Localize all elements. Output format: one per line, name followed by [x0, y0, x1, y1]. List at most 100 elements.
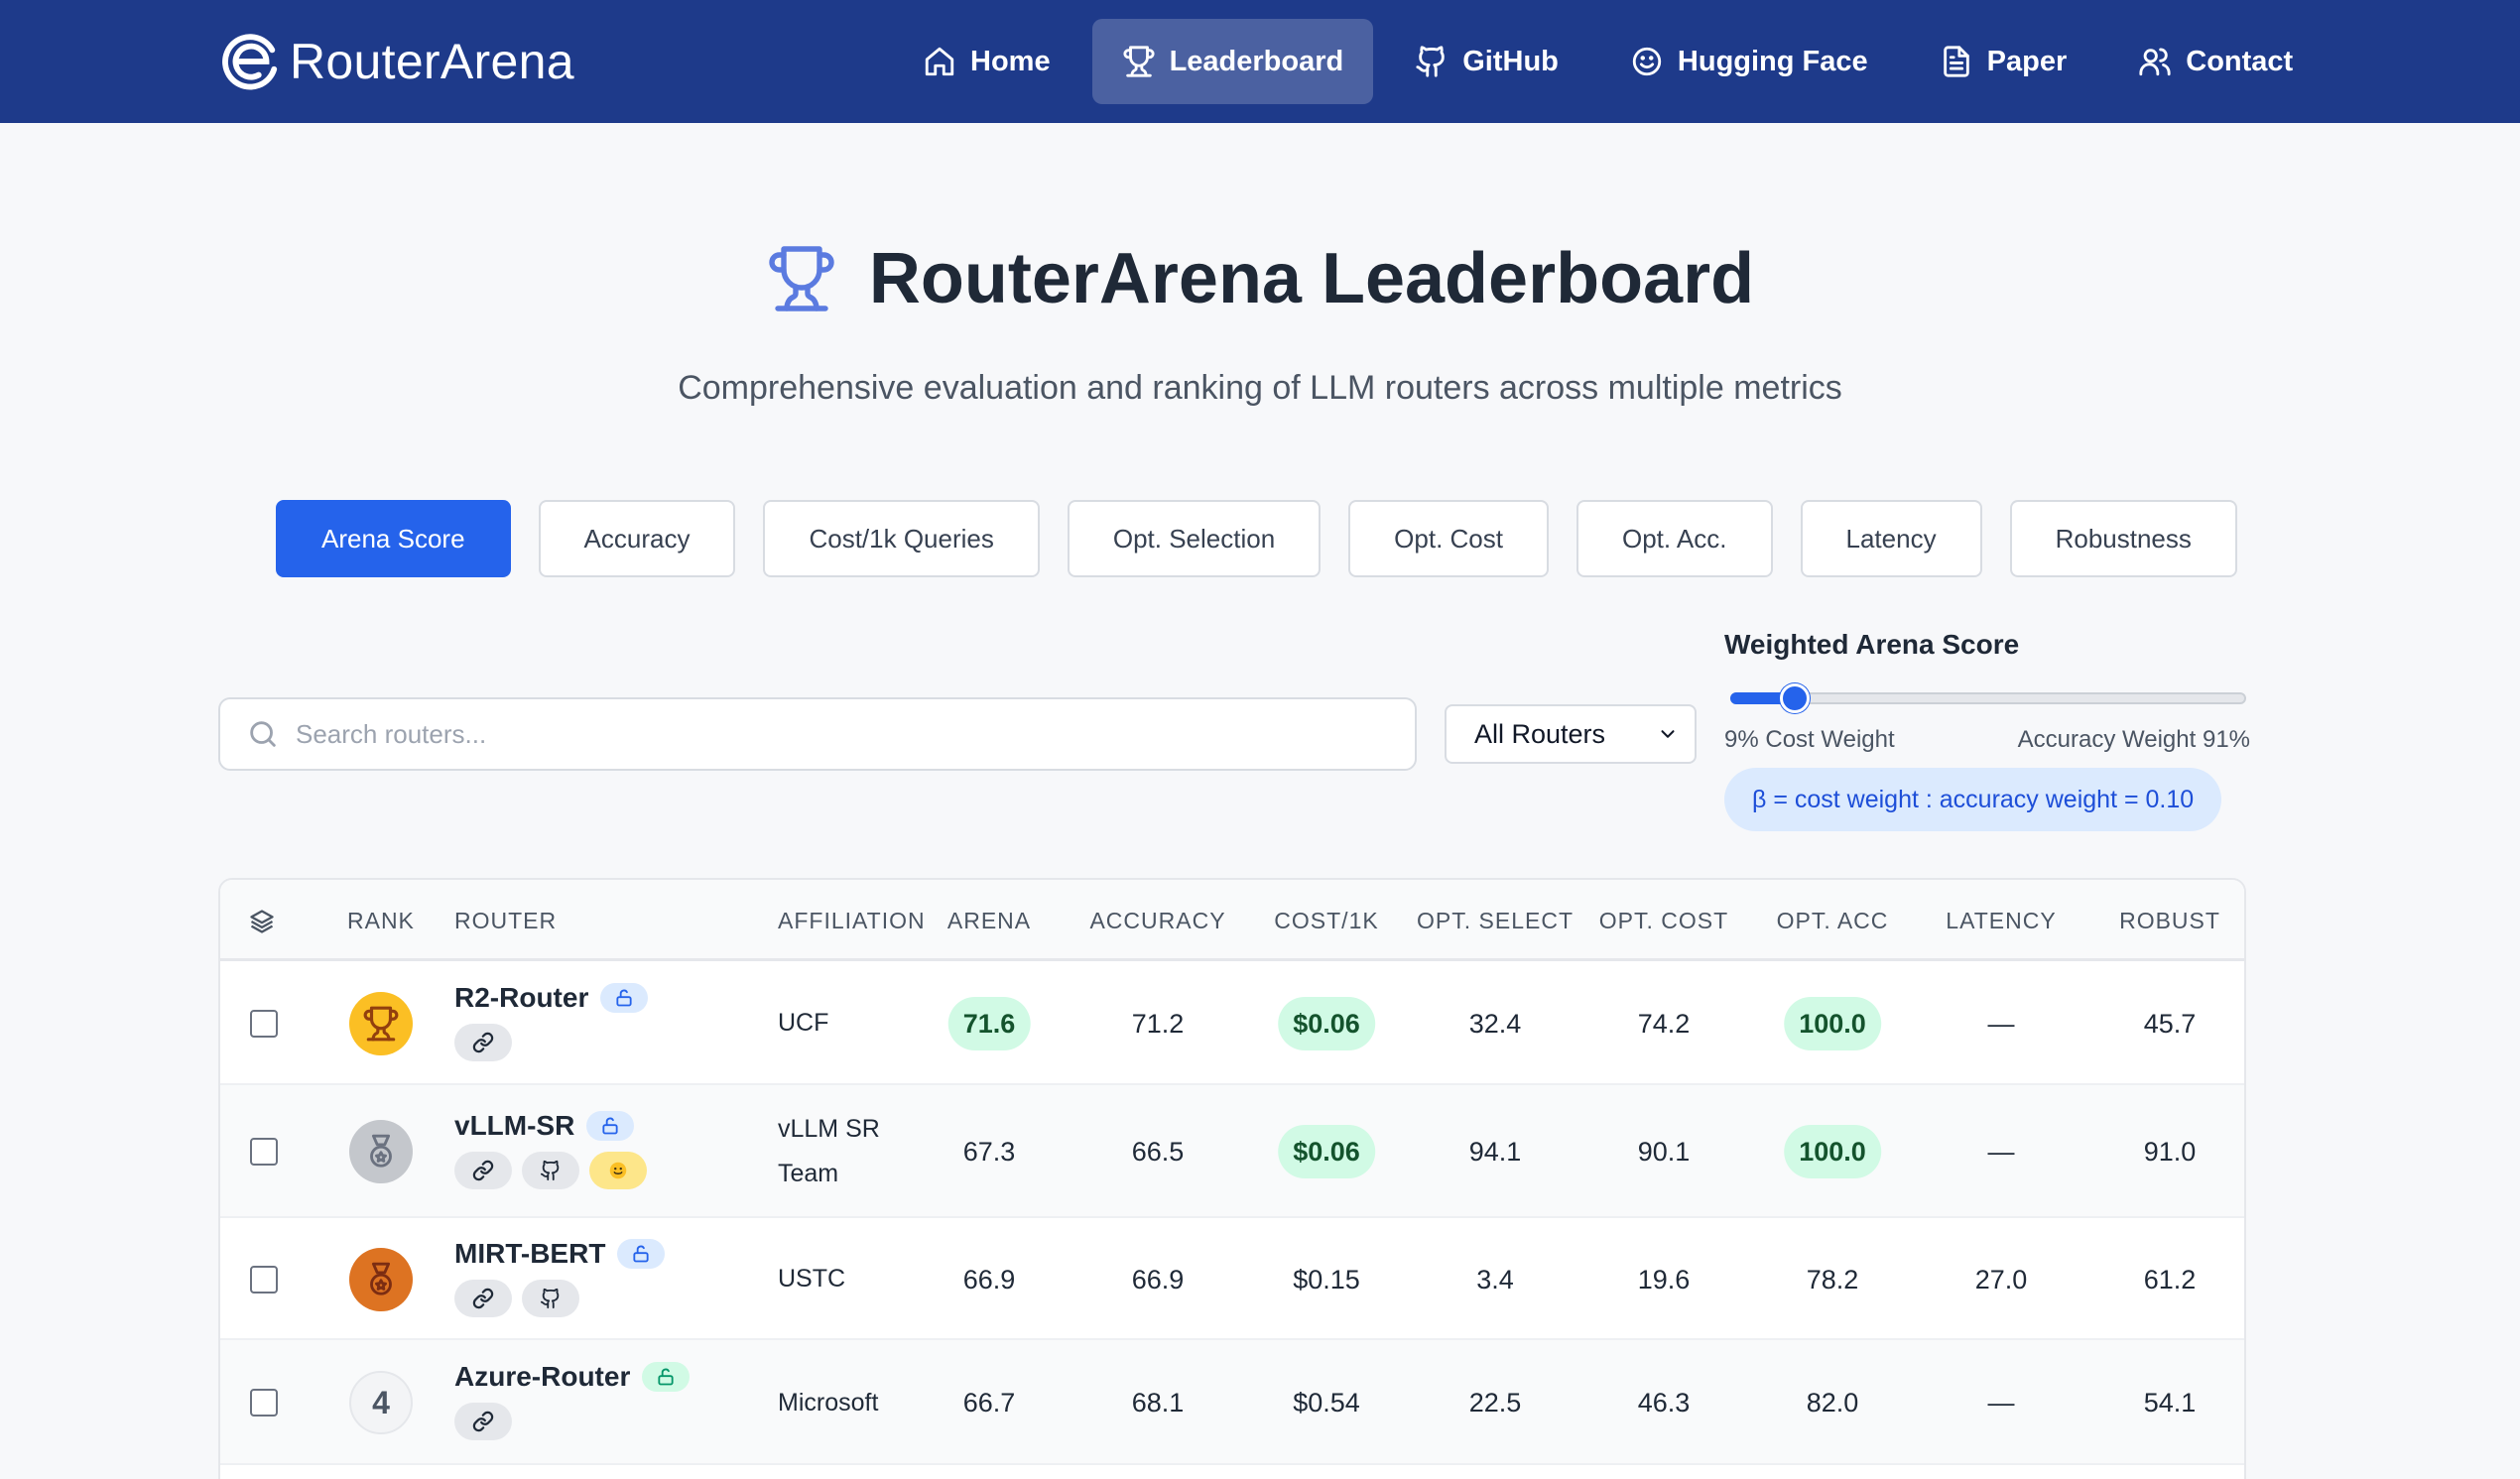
- opt-select-cell: 32.4: [1468, 1008, 1522, 1039]
- lock-icon: [586, 1111, 635, 1141]
- tab-opt-cost[interactable]: Opt. Cost: [1348, 500, 1549, 577]
- opt-cost-cell: 19.6: [1637, 1264, 1691, 1294]
- medal-icon: [362, 1133, 400, 1171]
- search-input[interactable]: [296, 718, 1387, 750]
- home-icon: [923, 45, 956, 78]
- layers-icon[interactable]: [248, 908, 276, 935]
- row-select-checkbox[interactable]: [250, 1265, 278, 1294]
- nav-leaderboard[interactable]: Leaderboard: [1091, 19, 1374, 104]
- opt-cost-cell: 46.3: [1637, 1388, 1691, 1417]
- cost-cell: $0.54: [1293, 1388, 1360, 1417]
- tab-accuracy[interactable]: Accuracy: [538, 500, 736, 577]
- router-cell: MIRT-BERT: [454, 1236, 666, 1317]
- rank-badge-bronze: [349, 1247, 413, 1311]
- github-icon: [540, 1160, 562, 1181]
- medal-icon: [362, 1261, 400, 1298]
- search-icon: [250, 721, 276, 747]
- link-link-button[interactable]: [454, 1403, 512, 1440]
- nav-hugging-face[interactable]: Hugging Face: [1600, 19, 1898, 104]
- weighted-score-title: Weighted Arena Score: [1724, 629, 2020, 660]
- col-latency[interactable]: LATENCY: [1946, 880, 2056, 961]
- router-name[interactable]: MIRT-BERT: [454, 1238, 605, 1270]
- beta-ratio-badge: β = cost weight : accuracy weight = 0.10: [1724, 768, 2222, 831]
- affiliation-cell: UCF: [778, 1001, 828, 1046]
- col-affiliation[interactable]: AFFILIATION: [778, 880, 926, 961]
- tab-opt-selection[interactable]: Opt. Selection: [1067, 500, 1322, 577]
- nav-label: Leaderboard: [1169, 45, 1344, 77]
- link-link-button[interactable]: [454, 1279, 512, 1317]
- robust-cell: 54.1: [2143, 1388, 2197, 1417]
- rank-badge-gold: [349, 991, 413, 1055]
- tab-robustness[interactable]: Robustness: [2009, 500, 2237, 577]
- trophy-icon: [1122, 45, 1156, 78]
- col-opt-acc[interactable]: OPT. ACC: [1777, 880, 1889, 961]
- affiliation-line: Team: [778, 1160, 839, 1187]
- smile-icon: [1630, 45, 1664, 78]
- latency-cell: —: [1987, 1137, 2015, 1167]
- col-arena[interactable]: ARENA: [947, 880, 1031, 961]
- robust-cell: 91.0: [2143, 1137, 2197, 1167]
- nav-contact[interactable]: Contact: [2108, 19, 2323, 104]
- link-link-button[interactable]: [454, 1152, 512, 1189]
- row-select-checkbox[interactable]: [250, 1389, 278, 1417]
- table-row[interactable]: R2-Router UCF 71.6 71.2 $0.06 32.4 74.2 100.0 —…: [220, 961, 2244, 1085]
- affiliation-cell: vLLM SR Team: [778, 1107, 880, 1196]
- arena-cell: 66.7: [962, 1388, 1016, 1417]
- arena-cell: 66.9: [962, 1264, 1016, 1294]
- nav-label: Contact: [2186, 45, 2294, 77]
- lock-icon: [617, 1238, 666, 1269]
- nav-label: Hugging Face: [1677, 45, 1868, 77]
- tab-cost-1k-queries[interactable]: Cost/1k Queries: [763, 500, 1040, 577]
- opt-select-cell: 22.5: [1468, 1388, 1522, 1417]
- cost-cell: $0.06: [1278, 1125, 1375, 1178]
- router-cell: Azure-Router: [454, 1359, 691, 1440]
- router-name[interactable]: R2-Router: [454, 982, 588, 1014]
- page-title: RouterArena Leaderboard: [0, 238, 2520, 319]
- lock-icon: [600, 982, 649, 1013]
- tab-latency[interactable]: Latency: [1800, 500, 1982, 577]
- brand-logo[interactable]: RouterArena: [220, 28, 574, 95]
- col-router[interactable]: ROUTER: [454, 880, 557, 961]
- accuracy-cell: 68.1: [1131, 1388, 1185, 1417]
- rank-badge-silver: [349, 1120, 413, 1183]
- brand-name: RouterArena: [290, 34, 574, 89]
- router-cell: R2-Router: [454, 980, 649, 1061]
- trophy-icon: [769, 246, 834, 311]
- row-select-checkbox[interactable]: [250, 1138, 278, 1166]
- router-name[interactable]: vLLM-SR: [454, 1110, 574, 1142]
- accuracy-cell: 71.2: [1131, 1008, 1185, 1039]
- link-icon: [472, 1411, 494, 1432]
- col-opt-select[interactable]: OPT. SELECT: [1417, 880, 1574, 961]
- table-row[interactable]: 4 Azure-Router Microsoft 66.7 68.1 $0.54 22.…: [220, 1340, 2244, 1465]
- nav-home[interactable]: Home: [893, 19, 1080, 104]
- col-cost[interactable]: COST/1K: [1274, 880, 1378, 961]
- col-robust[interactable]: ROBUST: [2119, 880, 2220, 961]
- slider-thumb[interactable]: [1780, 683, 1811, 713]
- weight-labels: 9% Cost Weight Accuracy Weight 91%: [1724, 726, 2250, 754]
- col-opt-cost[interactable]: OPT. COST: [1599, 880, 1728, 961]
- search-box[interactable]: [218, 697, 1417, 771]
- nav-paper[interactable]: Paper: [1910, 19, 2097, 104]
- lock-icon: [642, 1362, 691, 1392]
- nav-label: Home: [970, 45, 1051, 77]
- row-select-checkbox[interactable]: [250, 1009, 278, 1038]
- affiliation-cell: USTC: [778, 1257, 845, 1301]
- nav-github[interactable]: GitHub: [1385, 19, 1588, 104]
- router-name[interactable]: Azure-Router: [454, 1361, 630, 1393]
- link-icon: [472, 1160, 494, 1181]
- tab-arena-score[interactable]: Arena Score: [276, 500, 511, 577]
- router-filter-select[interactable]: All Routers: [1445, 704, 1697, 764]
- github-link-button[interactable]: [522, 1152, 579, 1189]
- weighted-score-panel: Weighted Arena Score 9% Cost Weight Accu…: [1724, 629, 2250, 831]
- col-rank[interactable]: RANK: [347, 880, 415, 961]
- github-link-button[interactable]: [522, 1279, 579, 1317]
- col-accuracy[interactable]: ACCURACY: [1089, 880, 1225, 961]
- tab-opt-acc[interactable]: Opt. Acc.: [1576, 500, 1773, 577]
- table-row[interactable]: vLLM-SR vLLM SR Team 67.3 66.5 $0.06 94.1 90.1…: [220, 1085, 2244, 1218]
- cost-weight-slider[interactable]: [1724, 682, 2250, 713]
- opt-cost-cell: 74.2: [1637, 1008, 1691, 1039]
- huggingface-link-button[interactable]: [589, 1152, 647, 1189]
- table-row[interactable]: MIRT-BERT USTC 66.9 66.9 $0.15 3.4 19.6 78.2 27…: [220, 1218, 2244, 1340]
- arena-cell: 67.3: [962, 1137, 1016, 1167]
- link-link-button[interactable]: [454, 1023, 512, 1061]
